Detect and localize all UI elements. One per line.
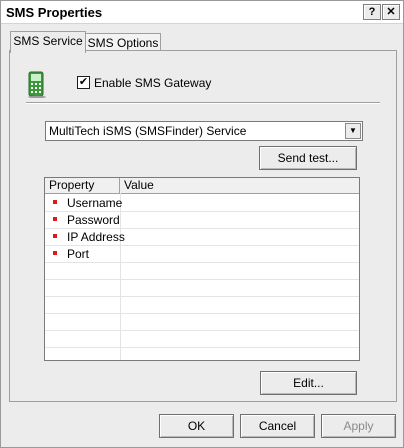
required-marker-icon — [53, 217, 57, 221]
enable-sms-gateway-label: Enable SMS Gateway — [94, 76, 212, 90]
property-name: Port — [67, 247, 90, 261]
table-row-empty — [45, 313, 359, 331]
sms-properties-dialog: SMS Properties ? ✕ SMS Service SMS Optio… — [0, 0, 404, 448]
cancel-button[interactable]: Cancel — [240, 414, 315, 438]
property-name: Username — [67, 196, 123, 210]
separator — [26, 102, 380, 104]
table-row-empty — [45, 296, 359, 314]
required-marker-icon — [53, 200, 57, 204]
table-row-empty — [45, 262, 359, 280]
table-row-empty — [45, 347, 359, 360]
phone-icon — [28, 71, 46, 98]
properties-grid[interactable]: Property Value Username Password IP Addr… — [44, 177, 360, 361]
required-marker-icon — [53, 251, 57, 255]
tab-panel-sms-service: ✔ Enable SMS Gateway MultiTech iSMS (SMS… — [9, 50, 397, 402]
close-button[interactable]: ✕ — [382, 4, 400, 20]
sms-service-select[interactable]: MultiTech iSMS (SMSFinder) Service ▼ — [45, 121, 363, 141]
property-name: IP Address — [67, 230, 125, 244]
required-marker-icon — [53, 234, 57, 238]
table-row-empty — [45, 330, 359, 348]
chevron-down-icon[interactable]: ▼ — [345, 123, 361, 139]
column-header-property[interactable]: Property — [45, 178, 120, 193]
table-row-empty — [45, 279, 359, 297]
table-row[interactable]: IP Address — [45, 228, 359, 246]
sms-service-value: MultiTech iSMS (SMSFinder) Service — [49, 124, 247, 138]
window-title: SMS Properties — [6, 5, 103, 20]
title-bar: SMS Properties ? ✕ — [1, 1, 403, 24]
column-header-value[interactable]: Value — [120, 178, 358, 193]
send-test-button[interactable]: Send test... — [259, 146, 357, 170]
table-row[interactable]: Username — [45, 194, 359, 212]
tab-sms-service[interactable]: SMS Service — [10, 31, 86, 53]
table-row[interactable]: Port — [45, 245, 359, 263]
enable-sms-gateway-checkbox[interactable]: ✔ — [77, 76, 90, 89]
grid-header: Property Value — [45, 178, 359, 194]
property-name: Password — [67, 213, 120, 227]
table-row[interactable]: Password — [45, 211, 359, 229]
apply-button[interactable]: Apply — [321, 414, 396, 438]
ok-button[interactable]: OK — [159, 414, 234, 438]
help-button[interactable]: ? — [363, 4, 381, 20]
edit-button[interactable]: Edit... — [260, 371, 357, 395]
